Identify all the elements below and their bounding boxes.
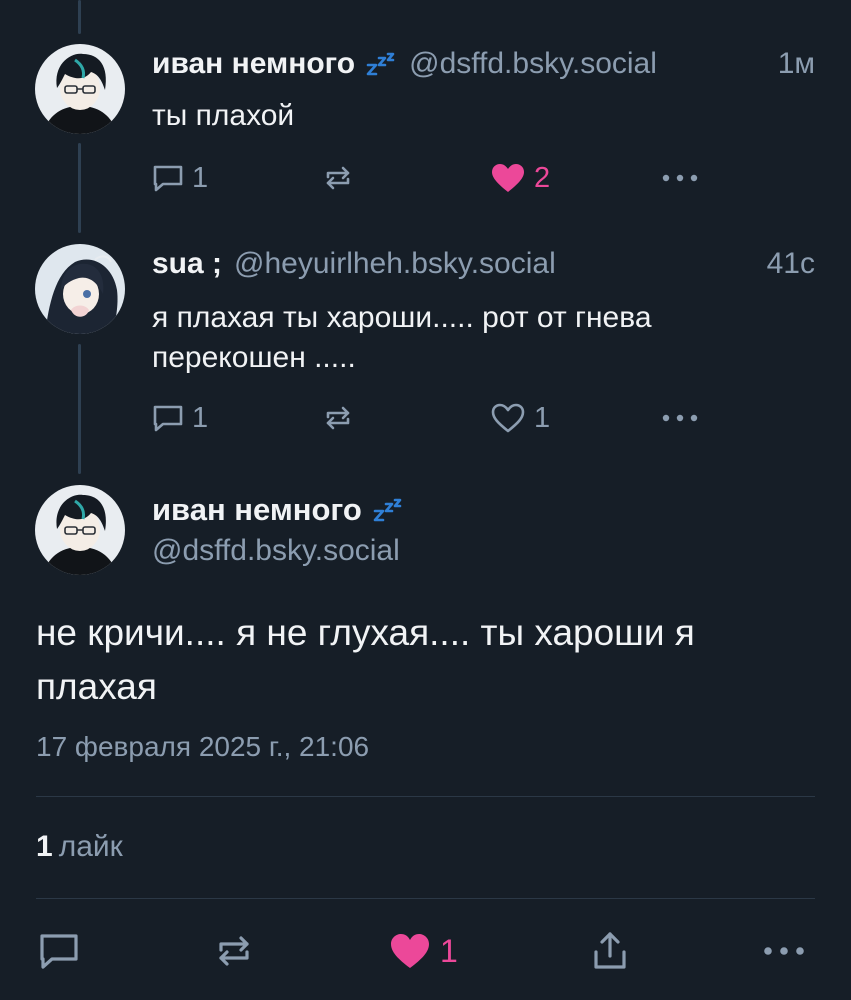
- more-dots-icon: [660, 413, 700, 423]
- post-text: я плахая ты хароши..... рот от гнева пер…: [152, 301, 652, 374]
- share-icon: [590, 930, 630, 972]
- divider: [36, 796, 815, 797]
- thread-view: иван немного @dsffd.bsky.social 1м ты пл…: [0, 0, 851, 1000]
- display-name[interactable]: sua ;: [152, 247, 222, 281]
- post-actions: 1 1: [152, 398, 712, 438]
- heart-icon: [490, 162, 526, 194]
- share-button[interactable]: [590, 926, 630, 976]
- divider: [36, 898, 815, 899]
- like-count: 1: [36, 830, 53, 863]
- user-handle[interactable]: @dsffd.bsky.social: [409, 47, 657, 81]
- repost-icon: [322, 163, 354, 193]
- like-button[interactable]: 1: [388, 926, 458, 976]
- reply-count: 1: [192, 401, 209, 434]
- like-button[interactable]: 2: [490, 158, 550, 198]
- thread-line: [78, 344, 81, 474]
- avatar[interactable]: [35, 485, 125, 575]
- heart-icon: [388, 931, 432, 971]
- repost-button[interactable]: [214, 926, 254, 976]
- user-handle[interactable]: @heyuirlheh.bsky.social: [234, 247, 556, 281]
- post-text: ты плахой: [152, 99, 295, 132]
- repost-button[interactable]: [322, 398, 354, 438]
- reply-button[interactable]: 1: [152, 158, 208, 198]
- display-name[interactable]: иван немного: [152, 492, 362, 528]
- avatar[interactable]: [35, 44, 125, 134]
- heart-icon: [490, 402, 526, 434]
- repost-icon: [322, 403, 354, 433]
- like-button[interactable]: 1: [490, 398, 550, 438]
- more-button[interactable]: [660, 398, 700, 438]
- zzz-emoji-icon: [372, 497, 404, 523]
- main-post-header: иван немного: [152, 490, 416, 530]
- reply-count: 1: [192, 161, 209, 194]
- reply-button[interactable]: [38, 926, 80, 976]
- post-time[interactable]: 41с: [767, 247, 815, 281]
- more-dots-icon: [762, 945, 806, 957]
- reply-button[interactable]: 1: [152, 398, 208, 438]
- reply-bubble-icon: [152, 403, 184, 433]
- post-header: sua ; @heyuirlheh.bsky.social 41с: [152, 244, 815, 284]
- repost-button[interactable]: [322, 158, 354, 198]
- repost-icon: [214, 931, 254, 971]
- like-label: лайк: [58, 830, 123, 863]
- post-date[interactable]: 17 февраля 2025 г., 21:06: [36, 731, 369, 763]
- post-time[interactable]: 1м: [778, 47, 815, 81]
- likes-summary[interactable]: 1 лайк: [36, 830, 123, 864]
- like-count: 2: [534, 161, 551, 194]
- thread-line: [78, 143, 81, 233]
- reply-bubble-icon: [152, 163, 184, 193]
- more-button[interactable]: [660, 158, 700, 198]
- reply-bubble-icon: [38, 931, 80, 971]
- post-actions: 1 2: [152, 158, 712, 198]
- more-button[interactable]: [762, 926, 806, 976]
- main-post-text: не кричи.... я не глухая.... ты хароши я…: [36, 612, 695, 707]
- main-post-actions: 1: [0, 926, 851, 976]
- display-name[interactable]: иван немного: [152, 47, 355, 81]
- thread-line: [78, 0, 81, 34]
- post-header: иван немного @dsffd.bsky.social 1м: [152, 44, 815, 84]
- zzz-emoji-icon: [365, 51, 397, 77]
- like-count: 1: [440, 932, 458, 969]
- user-handle[interactable]: @dsffd.bsky.social: [152, 534, 400, 568]
- like-count: 1: [534, 401, 551, 434]
- avatar[interactable]: [35, 244, 125, 334]
- more-dots-icon: [660, 173, 700, 183]
